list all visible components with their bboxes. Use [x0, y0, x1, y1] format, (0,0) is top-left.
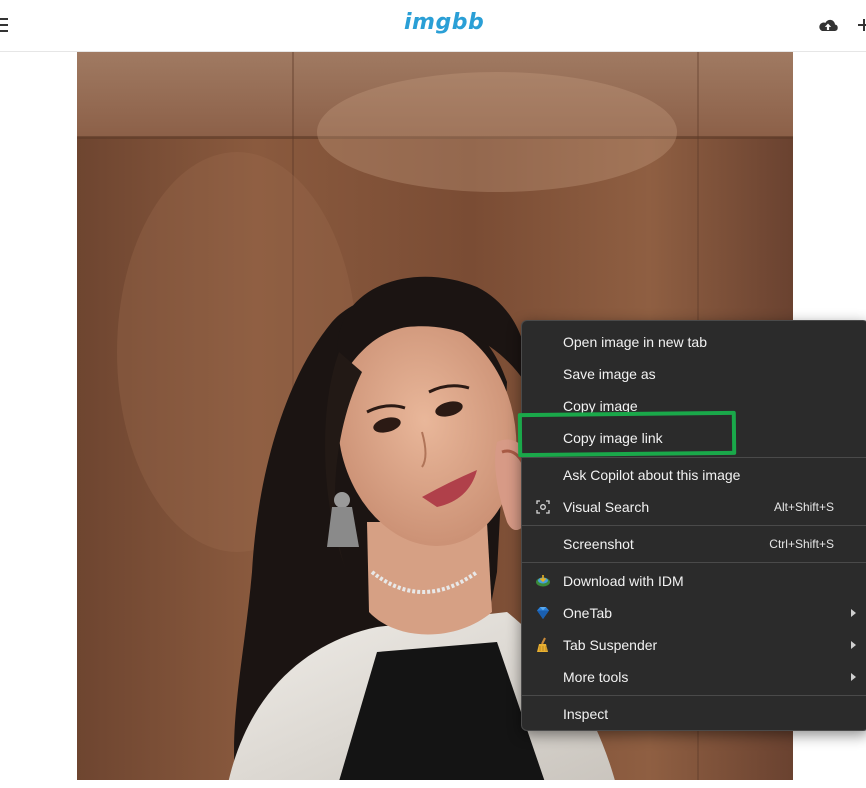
- onetab-diamond-icon: [537, 607, 549, 619]
- idm-icon: [536, 575, 550, 587]
- submenu-arrow-icon: [851, 609, 856, 617]
- context-menu: Open image in new tab Save image as Copy…: [521, 320, 866, 731]
- menu-item-label: Screenshot: [563, 536, 634, 552]
- menu-item-label: Ask Copilot about this image: [563, 467, 741, 483]
- menu-item-label: Download with IDM: [563, 573, 684, 589]
- menu-item-shortcut: Alt+Shift+S: [773, 500, 834, 514]
- menu-item-label: More tools: [563, 669, 629, 685]
- menu-item-onetab[interactable]: OneTab: [522, 598, 866, 628]
- menu-item-save-image-as[interactable]: Save image as: [522, 359, 866, 389]
- menu-item-ask-copilot[interactable]: Ask Copilot about this image: [522, 460, 866, 490]
- menu-item-label: Copy image: [563, 398, 638, 414]
- menu-item-inspect[interactable]: Inspect: [522, 699, 866, 729]
- menu-divider: [522, 562, 866, 563]
- menu-divider: [522, 457, 866, 458]
- page: imgbb Open image in new tab Save image a…: [0, 0, 866, 788]
- menu-divider: [522, 525, 866, 526]
- hamburger-icon[interactable]: [0, 18, 8, 32]
- menu-divider: [522, 695, 866, 696]
- menu-item-more-tools[interactable]: More tools: [522, 662, 866, 692]
- broom-icon: [537, 637, 548, 652]
- menu-item-label: Copy image link: [563, 430, 663, 446]
- menu-item-shortcut: Ctrl+Shift+S: [769, 537, 834, 551]
- menu-item-tab-suspender[interactable]: Tab Suspender: [522, 630, 866, 660]
- cloud-upload-icon[interactable]: [816, 14, 840, 38]
- add-icon[interactable]: [858, 18, 866, 32]
- menu-item-visual-search[interactable]: Visual Search Alt+Shift+S: [522, 492, 866, 522]
- top-bar: imgbb: [0, 0, 866, 52]
- menu-item-label: Save image as: [563, 366, 656, 382]
- menu-item-open-image-new-tab[interactable]: Open image in new tab: [522, 327, 866, 357]
- menu-item-label: Tab Suspender: [563, 637, 658, 653]
- submenu-arrow-icon: [851, 641, 856, 649]
- visual-search-icon: [536, 500, 550, 514]
- menu-item-label: OneTab: [563, 605, 613, 621]
- menu-item-copy-image-link[interactable]: Copy image link: [522, 423, 866, 453]
- menu-item-label: Inspect: [563, 706, 609, 722]
- menu-item-screenshot[interactable]: Screenshot Ctrl+Shift+S: [522, 529, 866, 559]
- menu-item-download-idm[interactable]: Download with IDM: [522, 566, 866, 596]
- submenu-arrow-icon: [851, 673, 856, 681]
- menu-item-copy-image[interactable]: Copy image: [522, 391, 866, 421]
- site-logo[interactable]: imgbb: [404, 10, 484, 35]
- menu-item-label: Open image in new tab: [563, 334, 707, 350]
- menu-item-label: Visual Search: [563, 499, 650, 515]
